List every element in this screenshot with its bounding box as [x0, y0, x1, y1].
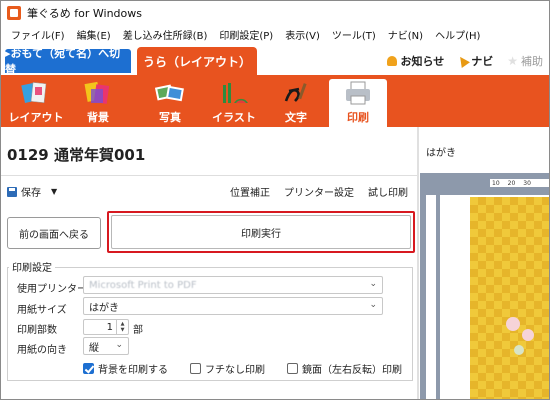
- menu-help[interactable]: ヘルプ(H): [429, 27, 486, 42]
- tab-back-layout[interactable]: うら（レイアウト）: [137, 47, 257, 75]
- borderless-label: フチなし印刷: [205, 365, 265, 376]
- menu-navi[interactable]: ナビ(N): [382, 27, 429, 42]
- menu-edit[interactable]: 編集(E): [71, 27, 117, 42]
- notice-label: お知らせ: [400, 55, 445, 68]
- navi-label: ナビ: [471, 55, 494, 68]
- menu-file[interactable]: ファイル(F): [5, 27, 71, 42]
- ruler-left: [426, 195, 436, 399]
- ruler-tick: 20: [507, 179, 516, 187]
- app-logo-icon: [7, 6, 21, 20]
- star-icon: ★: [507, 54, 518, 68]
- save-button[interactable]: 保存 ▼: [7, 184, 57, 199]
- chevron-down-icon: ▼: [51, 187, 58, 196]
- paper-size-select[interactable]: はがき ⌄: [83, 297, 383, 315]
- help-label: 補助: [521, 55, 543, 68]
- tool-label: 印刷: [347, 111, 369, 124]
- borderless-checkbox[interactable]: フチなし印刷: [190, 361, 265, 376]
- printer-label: 使用プリンター: [17, 284, 87, 295]
- print-background-checkbox[interactable]: 背景を印刷する: [83, 361, 168, 376]
- text-icon: [284, 83, 307, 102]
- leaf-decoration: [514, 345, 524, 355]
- ruler-tick: 30: [523, 179, 531, 187]
- checkbox-unchecked[interactable]: [287, 363, 298, 374]
- top-links: お知らせ ナビ ★ 補助: [387, 53, 543, 69]
- chevron-down-icon: ⌄: [369, 300, 377, 310]
- save-icon: [7, 186, 17, 197]
- background-icon: [84, 81, 110, 104]
- pointer-icon: [456, 54, 471, 68]
- ruler-tick: 10: [492, 179, 500, 187]
- checkbox-unchecked[interactable]: [190, 363, 201, 374]
- print-panel: 0129 通常年賀001 保存 ▼ 位置補正 プリンター設定 試し印刷 前の画面…: [1, 127, 419, 399]
- illustration-icon: [223, 83, 248, 103]
- blossom-decoration: [506, 317, 520, 331]
- tab-front-switch[interactable]: ▸おもて（宛て名）へ切替: [5, 47, 131, 76]
- postcard-design: [470, 197, 549, 399]
- window-title: 筆ぐるめ for Windows: [27, 7, 143, 20]
- mirror-print-label: 鏡面（左右反転）印刷: [302, 365, 402, 376]
- print-settings-title: 印刷設定: [9, 259, 55, 274]
- app-window: 筆ぐるめ for Windows ファイル(F) 編集(E) 差し込み住所録(B…: [0, 0, 550, 400]
- document-title: 0129 通常年賀001: [7, 146, 146, 164]
- bell-icon: [387, 56, 398, 66]
- tool-photo[interactable]: 写真: [141, 79, 199, 127]
- printer-icon: [346, 81, 370, 105]
- stepper-buttons[interactable]: ▲ ▼: [116, 320, 128, 334]
- title-bar: 筆ぐるめ for Windows: [1, 1, 549, 25]
- back-button[interactable]: 前の画面へ戻る: [7, 217, 101, 249]
- orientation-value: 縦: [89, 342, 99, 354]
- print-actions: 位置補正 プリンター設定 試し印刷: [230, 184, 408, 199]
- printer-settings-button[interactable]: プリンター設定: [284, 184, 354, 199]
- main-toolbar: レイアウト 背景 写真 イラスト 文字 印刷: [1, 75, 549, 127]
- help-link[interactable]: ★ 補助: [507, 53, 543, 69]
- copies-label: 印刷部数: [17, 325, 57, 336]
- menu-address-book[interactable]: 差し込み住所録(B): [117, 27, 214, 42]
- paper-size-label: 用紙サイズ: [17, 305, 67, 316]
- tool-label: 写真: [159, 111, 181, 124]
- panel-divider: [417, 127, 419, 399]
- layout-icon: [21, 82, 47, 104]
- tool-layout[interactable]: レイアウト: [7, 79, 65, 127]
- tool-print[interactable]: 印刷: [329, 79, 387, 127]
- divider: [1, 175, 419, 176]
- preview-panel: はがき 10 20 30: [420, 127, 549, 399]
- tool-label: レイアウト: [8, 111, 64, 124]
- photo-icon: [155, 84, 184, 102]
- copies-unit: 部: [133, 325, 143, 336]
- print-options: 背景を印刷する フチなし印刷 鏡面（左右反転）印刷: [83, 361, 402, 376]
- preview-label: はがき: [426, 148, 456, 159]
- tool-background[interactable]: 背景: [69, 79, 127, 127]
- copies-value: 1: [106, 321, 113, 333]
- tool-text[interactable]: 文字: [267, 79, 325, 127]
- menu-bar: ファイル(F) 編集(E) 差し込み住所録(B) 印刷設定(P) 表示(V) ツ…: [1, 25, 549, 43]
- ruler-top: 10 20 30: [490, 179, 549, 187]
- blossom-decoration: [522, 329, 534, 341]
- copies-stepper[interactable]: 1 ▲ ▼: [83, 319, 129, 335]
- menu-tools[interactable]: ツール(T): [326, 27, 382, 42]
- menu-view[interactable]: 表示(V): [279, 27, 326, 42]
- test-print-button[interactable]: 試し印刷: [368, 184, 408, 199]
- save-label: 保存: [21, 188, 41, 199]
- caret-down-icon[interactable]: ▼: [121, 327, 125, 333]
- print-background-label: 背景を印刷する: [98, 365, 168, 376]
- print-execute-button[interactable]: 印刷実行: [111, 215, 411, 249]
- notice-link[interactable]: お知らせ: [387, 53, 444, 69]
- tab-row: ▸おもて（宛て名）へ切替 うら（レイアウト） お知らせ ナビ ★ 補助: [1, 43, 549, 76]
- orientation-label: 用紙の向き: [17, 345, 67, 356]
- position-adjust-button[interactable]: 位置補正: [230, 184, 270, 199]
- navi-link[interactable]: ナビ: [456, 53, 494, 69]
- printer-value: Microsoft Print to PDF: [89, 279, 197, 291]
- printer-select[interactable]: Microsoft Print to PDF ⌄: [83, 276, 383, 294]
- orientation-select[interactable]: 縦 ⌄: [83, 337, 129, 355]
- checkbox-checked[interactable]: [83, 363, 94, 374]
- menu-print-settings[interactable]: 印刷設定(P): [213, 27, 279, 42]
- paper-size-value: はがき: [89, 302, 119, 314]
- mirror-print-checkbox[interactable]: 鏡面（左右反転）印刷: [287, 361, 402, 376]
- tool-label: イラスト: [212, 111, 256, 124]
- chevron-down-icon: ⌄: [115, 340, 123, 350]
- tool-illustration[interactable]: イラスト: [205, 79, 263, 127]
- tool-label: 文字: [285, 111, 307, 124]
- chevron-down-icon: ⌄: [369, 279, 377, 289]
- tool-label: 背景: [87, 111, 109, 124]
